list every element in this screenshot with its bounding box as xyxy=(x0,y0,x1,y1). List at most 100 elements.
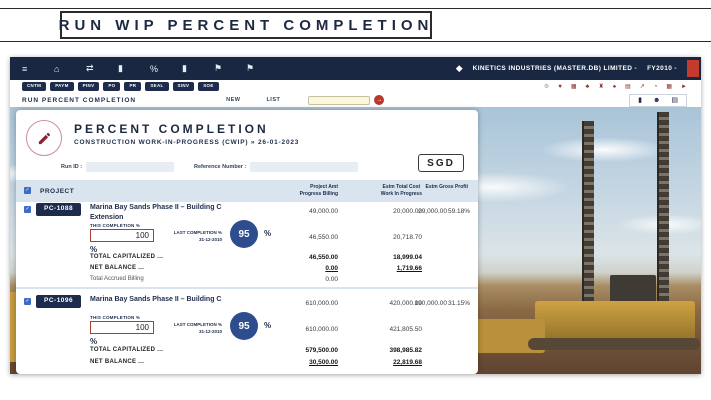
new-button[interactable]: NEW xyxy=(226,97,240,103)
gross-profit-percent: 31.15% xyxy=(448,300,470,307)
print-icon[interactable]: ▤ xyxy=(671,97,678,104)
transfer-icon[interactable]: ⇄ xyxy=(86,63,118,74)
this-completion-input[interactable] xyxy=(90,229,154,242)
run-id-field: Run ID : xyxy=(61,162,174,172)
project-row-pc-1096: ✓ PC-1096 Marina Bay Sands Phase II – Bu… xyxy=(16,294,478,374)
percent-completion-card: PERCENT COMPLETION CONSTRUCTION WORK-IN-… xyxy=(16,110,478,374)
project-column-header: PROJECT xyxy=(40,188,74,195)
banner-rule-top xyxy=(0,8,711,9)
total-capitalized-label: TOTAL CAPITALIZED ... xyxy=(90,347,163,353)
form-title: PERCENT COMPLETION xyxy=(74,122,269,136)
row-checkbox[interactable]: ✓ xyxy=(24,298,31,305)
mini-icon-box: ▮ ☻ ▤ xyxy=(629,94,687,107)
this-completion-label: THIS COMPLETION % xyxy=(90,223,140,228)
banner-title: RUN WIP PERCENT COMPLETION xyxy=(59,17,434,34)
total-accrued-value: 0.00 xyxy=(325,276,338,283)
go-button[interactable]: → xyxy=(374,95,384,105)
shortcut-pr[interactable]: PR xyxy=(124,82,141,91)
net-balance-billing[interactable]: 30,500.00 xyxy=(309,359,338,366)
calendar-icon[interactable]: ▦ xyxy=(666,83,672,90)
user-icon[interactable]: ☻ xyxy=(653,97,660,104)
shortcut-cntm[interactable]: CNTM xyxy=(22,82,46,91)
shortcut-seal[interactable]: SEAL xyxy=(145,82,168,91)
gross-profit-percent: 59.18% xyxy=(448,208,470,215)
list-button[interactable]: LIST xyxy=(266,97,280,103)
reference-number-label: Reference Number : xyxy=(194,164,246,170)
tag-icon[interactable]: ▮ xyxy=(182,63,214,74)
select-all-checkbox[interactable]: ✓ xyxy=(24,187,31,194)
table-header: ✓ PROJECT Project AmtProgress Billing Es… xyxy=(16,180,478,202)
progress-billing-amount: 49,000.00 xyxy=(309,208,338,215)
banner: RUN WIP PERCENT COMPLETION xyxy=(60,11,432,39)
run-id-label: Run ID : xyxy=(61,164,82,170)
progress-billing-current: 610,000.00 xyxy=(305,326,338,333)
tag-arrow-icon[interactable]: ► xyxy=(681,84,687,90)
percent-sign: % xyxy=(90,245,97,254)
run-page-title: RUN PERCENT COMPLETION xyxy=(22,97,136,104)
briefcase-icon[interactable]: ▦ xyxy=(571,83,577,90)
this-completion-input[interactable] xyxy=(90,321,154,334)
shortcut-soe[interactable]: SOE xyxy=(198,82,218,91)
bookmark-icon[interactable]: ▮ xyxy=(638,97,642,104)
pencil-badge xyxy=(26,120,62,156)
net-balance-label: NET BALANCE ... xyxy=(90,359,144,365)
project-id-badge[interactable]: PC-1096 xyxy=(36,295,81,308)
bookmark-icon[interactable]: ▮ xyxy=(118,63,150,74)
screen: RUN WIP PERCENT COMPLETION ≡ ⌂ ⇄ ▮ % ▮ ⚑… xyxy=(0,0,711,400)
alert-badge[interactable] xyxy=(687,60,699,77)
form-subtitle: CONSTRUCTION WORK-IN-PROGRESS (CWIP) » 2… xyxy=(74,139,299,146)
total-capitalized-billing: 46,550.00 xyxy=(309,254,338,261)
gear-icon[interactable]: ⚙ xyxy=(544,83,549,90)
row-checkbox[interactable]: ✓ xyxy=(24,206,31,213)
reference-number-field: Reference Number : xyxy=(194,162,358,172)
last-completion-circle: 95 xyxy=(230,312,258,340)
last-completion-label: LAST COMPLETION %31-12-2010 xyxy=(154,229,222,243)
currency-button[interactable]: SGD xyxy=(418,154,464,172)
grid-icon[interactable]: ▤ xyxy=(625,83,631,90)
flag-icon[interactable]: ⚑ xyxy=(214,63,246,74)
shortcut-paym[interactable]: PAYM xyxy=(50,82,73,91)
photo-pile-driver-mast-left xyxy=(582,121,594,326)
chart-icon[interactable]: ↗ xyxy=(640,83,645,90)
column-header-progress-billing: Project AmtProgress Billing xyxy=(300,184,338,198)
percent-sign: % xyxy=(264,229,271,238)
pencil-icon xyxy=(37,131,52,146)
project-name: Marina Bay Sands Phase II – Building C xyxy=(90,295,248,305)
search-input[interactable] xyxy=(308,96,370,105)
total-cost-current: 421,805.50 xyxy=(389,326,422,333)
clock-icon[interactable]: ◔ xyxy=(654,84,658,90)
users-icon[interactable]: ♣ xyxy=(586,84,590,90)
navbar-right: ◆ KINETICS INDUSTRIES (MASTER.DB) LIMITE… xyxy=(456,60,701,77)
fiscal-year-selector[interactable]: FY2010 - xyxy=(647,65,677,72)
gross-profit-amount: 190,000.00 xyxy=(414,300,447,307)
shortcut-sinv[interactable]: SINV xyxy=(173,82,195,91)
project-id-badge[interactable]: PC-1088 xyxy=(36,203,81,216)
column-header-total-cost: Estm Total CostWork In Progress xyxy=(381,184,422,198)
reference-number-input[interactable] xyxy=(250,162,358,172)
home-icon[interactable]: ⌂ xyxy=(54,64,86,74)
link-icon[interactable]: % xyxy=(150,64,182,74)
flag-icon-2[interactable]: ⚑ xyxy=(246,63,278,74)
company-selector[interactable]: KINETICS INDUSTRIES (MASTER.DB) LIMITED … xyxy=(473,65,637,72)
run-id-input[interactable] xyxy=(86,162,174,172)
top-navbar: ≡ ⌂ ⇄ ▮ % ▮ ⚑ ⚑ ◆ KINETICS INDUSTRIES (M… xyxy=(10,57,701,80)
net-balance-billing[interactable]: 0.00 xyxy=(325,265,338,272)
menu-icon[interactable]: ≡ xyxy=(22,64,54,74)
net-balance-cost[interactable]: 1,719.66 xyxy=(397,265,422,272)
net-balance-label: NET BALANCE ... xyxy=(90,265,144,271)
heart-icon[interactable]: ♥ xyxy=(558,84,562,90)
net-balance-cost[interactable]: 22,819.68 xyxy=(393,359,422,366)
factory-icon[interactable]: ♜ xyxy=(598,83,603,90)
share-icon[interactable]: ♠ xyxy=(613,84,616,90)
run-bar: RUN PERCENT COMPLETION NEW LIST → ▮ ☻ ▤ xyxy=(10,93,701,107)
shortcut-po[interactable]: PO xyxy=(103,82,120,91)
total-cost-current: 20,718.70 xyxy=(393,234,422,241)
total-capitalized-label: TOTAL CAPITALIZED ... xyxy=(90,254,163,260)
photo-excavator-body xyxy=(535,301,695,343)
total-capitalized-cost: 18,999.04 xyxy=(393,254,422,261)
shortcut-bar: CNTM PAYM PINV PO PR SEAL SINV SOE ⚙ ♥ ▦… xyxy=(10,80,701,93)
shortcut-pinv[interactable]: PINV xyxy=(78,82,100,91)
percent-sign: % xyxy=(264,321,271,330)
last-completion-circle: 95 xyxy=(230,220,258,248)
this-completion-label: THIS COMPLETION % xyxy=(90,315,140,320)
